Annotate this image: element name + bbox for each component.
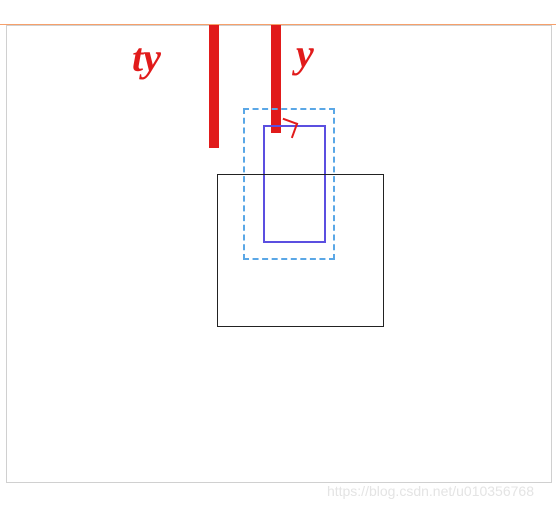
diagram-stage: ty y https://blog.csdn.net/u010356768 (0, 0, 556, 507)
label-y: y (296, 34, 314, 74)
black-rectangle (217, 174, 384, 327)
watermark-text: https://blog.csdn.net/u010356768 (327, 483, 534, 499)
label-ty: ty (132, 38, 161, 78)
red-bar-left (209, 25, 219, 148)
